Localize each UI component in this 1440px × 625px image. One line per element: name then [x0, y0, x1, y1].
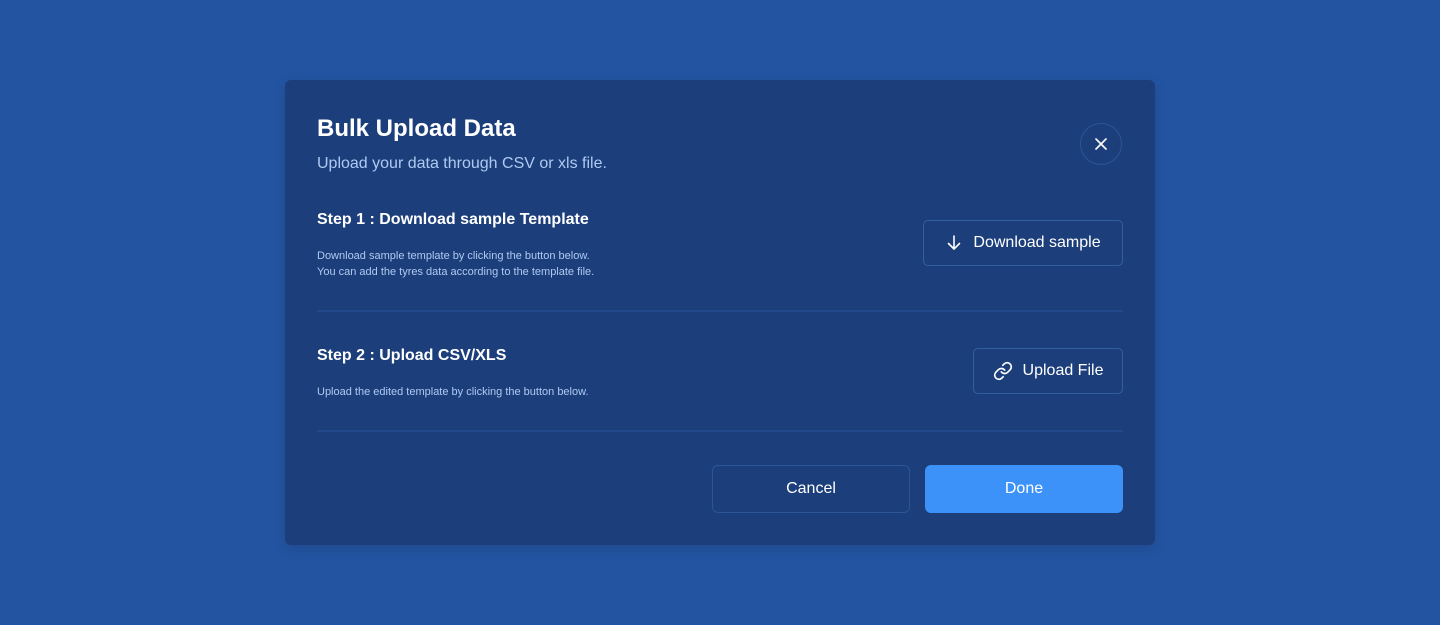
section-divider	[317, 310, 1123, 312]
download-sample-label: Download sample	[973, 234, 1101, 251]
modal-subtitle: Upload your data through CSV or xls file…	[317, 155, 607, 172]
link-icon	[993, 361, 1013, 381]
footer-divider	[317, 430, 1123, 432]
step-1-description-line: You can add the tyres data according to …	[317, 266, 595, 278]
cancel-button[interactable]: Cancel	[712, 465, 910, 513]
step-1-description: Download sample template by clicking the…	[317, 248, 594, 280]
close-button[interactable]	[1080, 123, 1122, 165]
step-1-title: Step 1 : Download sample Template	[317, 211, 589, 228]
step-2-title: Step 2 : Upload CSV/XLS	[317, 347, 507, 364]
step-2-description: Upload the edited template by clicking t…	[317, 384, 589, 400]
step-1-description-line: Download sample template by clicking the…	[317, 250, 590, 262]
done-button[interactable]: Done	[925, 465, 1123, 513]
download-sample-button[interactable]: Download sample	[923, 220, 1123, 266]
step-2-description-line: Upload the edited template by clicking t…	[317, 386, 589, 398]
arrow-down-icon	[945, 234, 963, 252]
close-icon	[1095, 138, 1107, 150]
bulk-upload-modal: Bulk Upload Data Upload your data throug…	[285, 80, 1155, 545]
upload-file-label: Upload File	[1022, 362, 1104, 379]
modal-title: Bulk Upload Data	[317, 115, 516, 142]
cancel-label: Cancel	[786, 480, 836, 497]
done-label: Done	[1004, 480, 1044, 497]
upload-file-button[interactable]: Upload File	[973, 348, 1123, 394]
